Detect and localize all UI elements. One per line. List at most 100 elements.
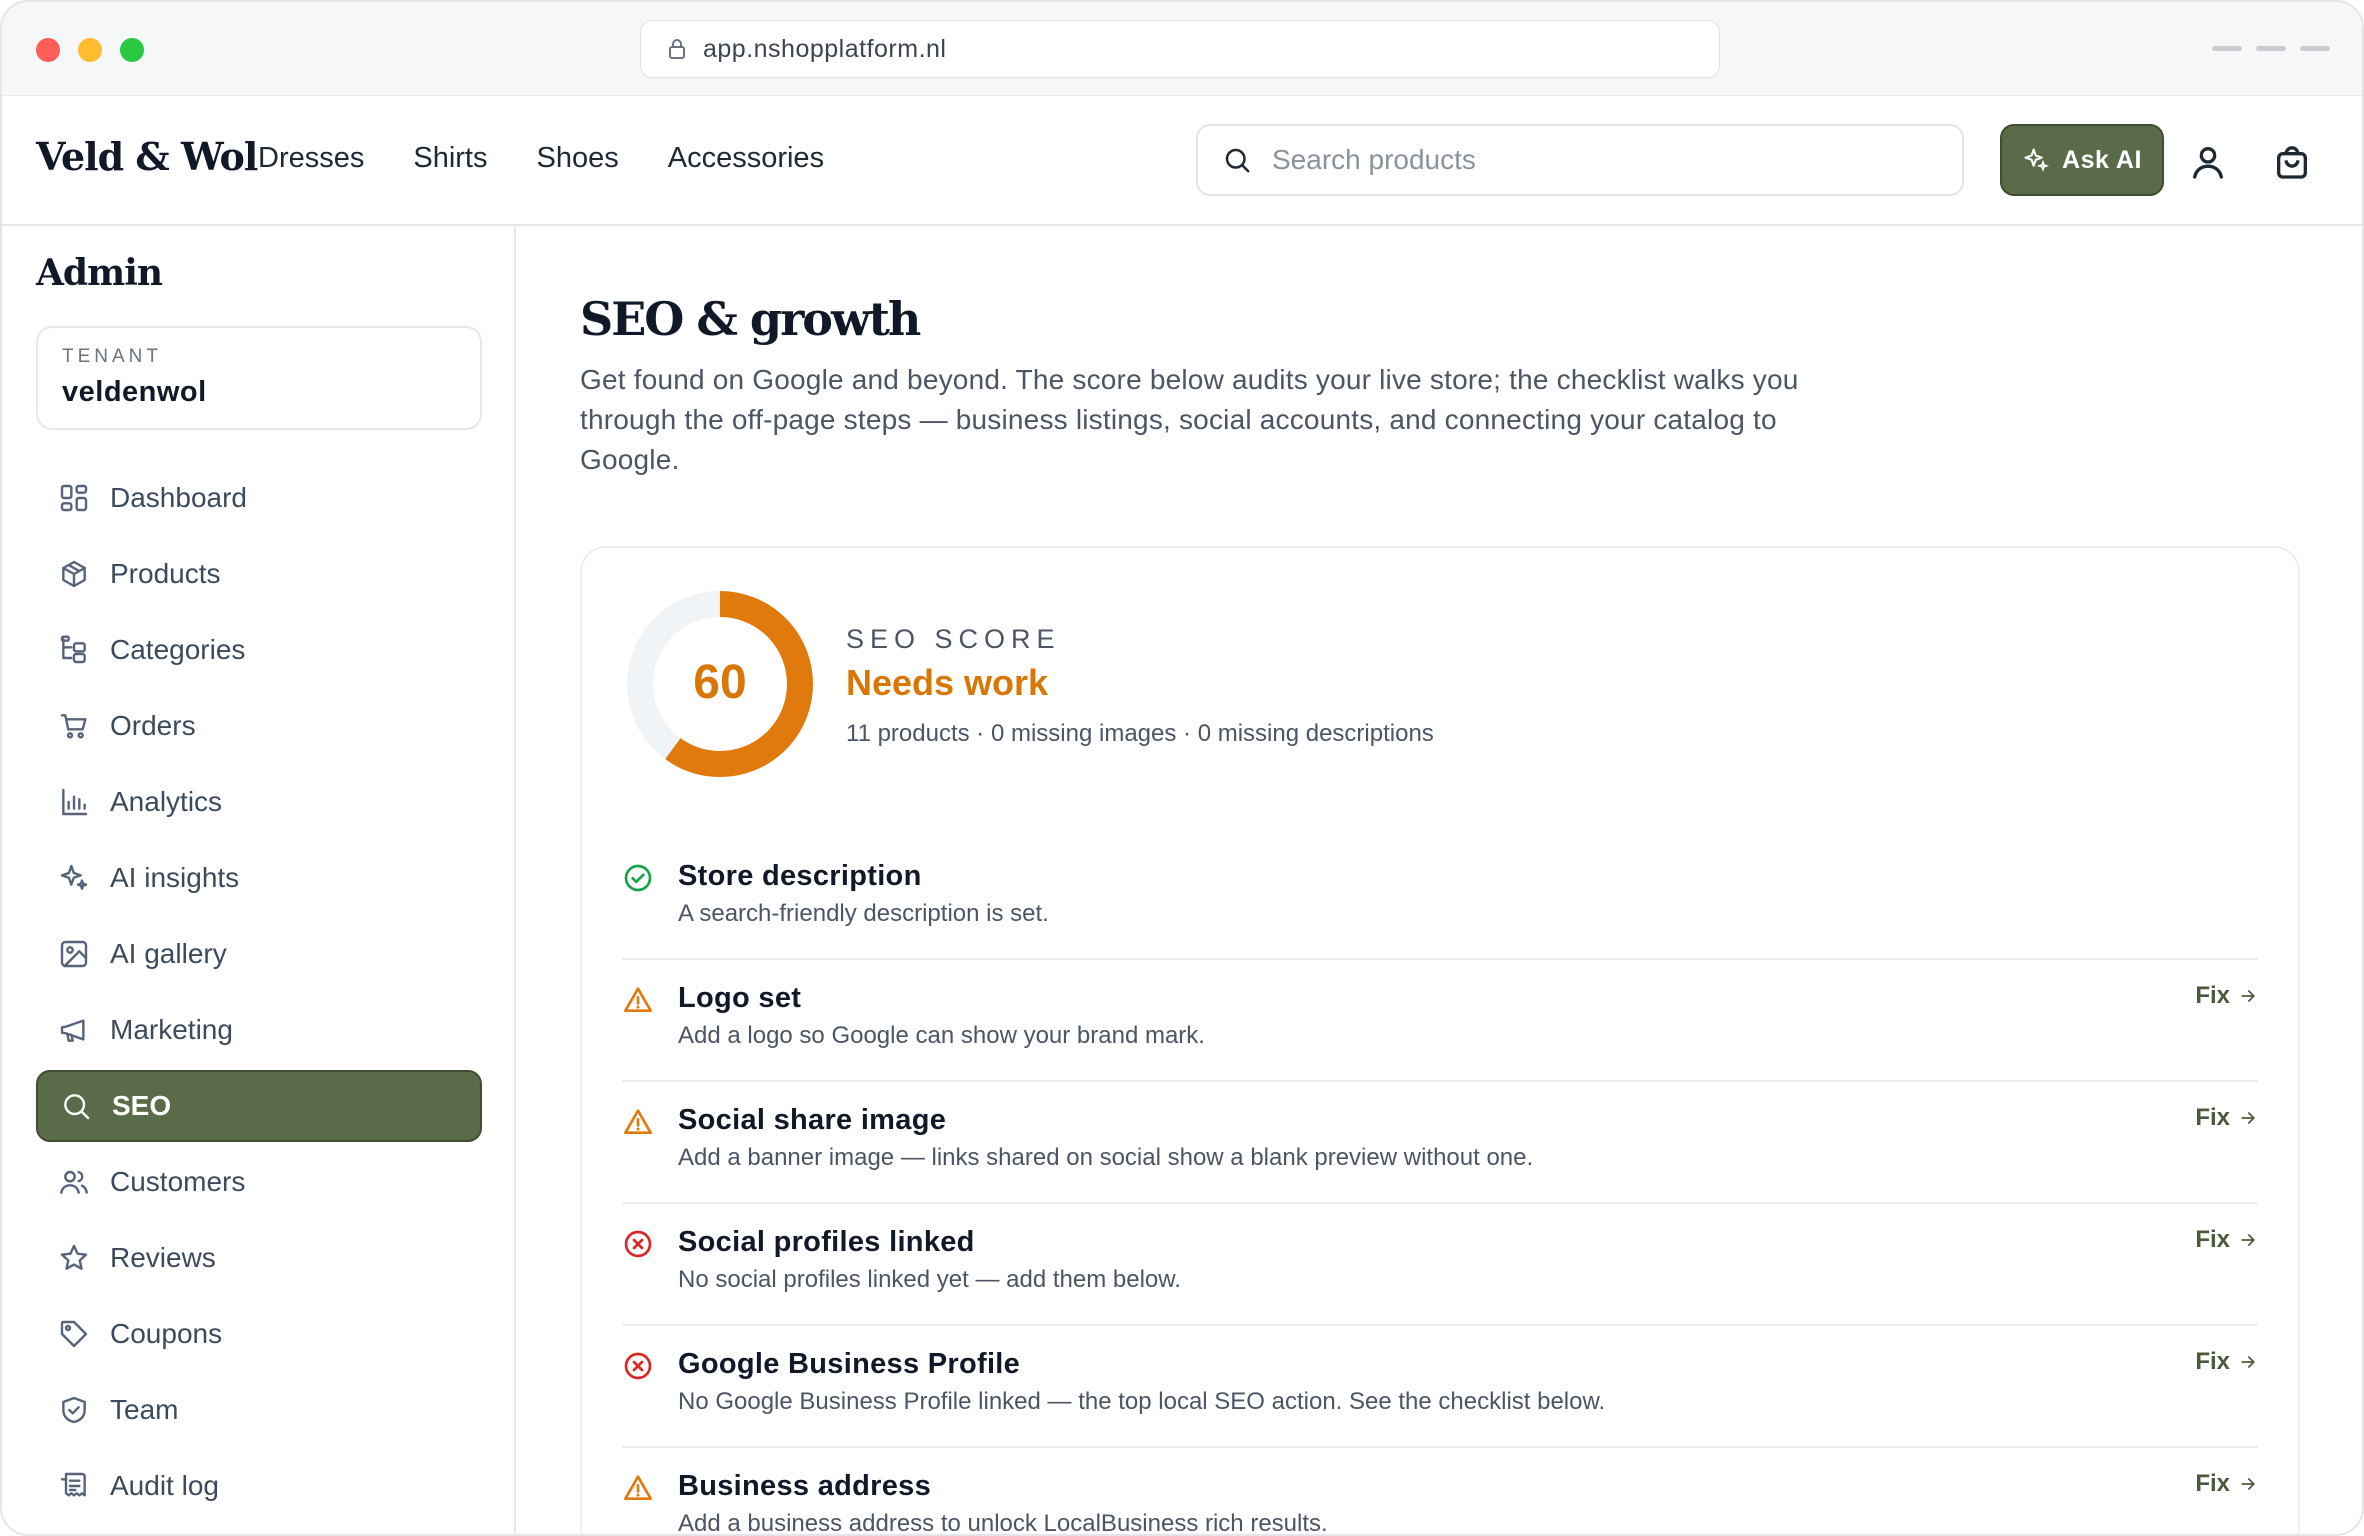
- nav-link-shoes[interactable]: Shoes: [537, 142, 619, 175]
- tenant-switcher[interactable]: TENANT veldenwol: [36, 326, 482, 430]
- sidebar-item-label: Coupons: [110, 1318, 223, 1349]
- window-control[interactable]: [2212, 46, 2242, 51]
- seo-score-status: Needs work: [846, 662, 1049, 703]
- sidebar-item-orders[interactable]: Orders: [36, 690, 482, 762]
- search-box: [1196, 124, 1964, 196]
- window-control[interactable]: [2300, 46, 2330, 51]
- checklist-item-title: Store description: [678, 860, 922, 892]
- warning-icon: [624, 1475, 652, 1500]
- sidebar-item-label: Products: [110, 558, 221, 589]
- warning-icon: [624, 1109, 652, 1134]
- fix-link[interactable]: Fix: [2195, 1104, 2258, 1132]
- checklist-item-title: Business address: [678, 1470, 932, 1502]
- tenant-label: TENANT: [62, 346, 162, 367]
- seo-checklist: Store description A search-friendly descr…: [622, 838, 2258, 1536]
- sidebar-item-marketing[interactable]: Marketing: [36, 994, 482, 1066]
- checklist-item: Store description A search-friendly descr…: [622, 838, 2258, 960]
- close-window-button[interactable]: [36, 38, 60, 62]
- seo-score-gauge: 60: [627, 591, 813, 777]
- users-icon: [60, 1170, 88, 1194]
- sidebar-item-audit-log[interactable]: Audit log: [36, 1450, 482, 1522]
- lock-icon: [669, 39, 685, 59]
- checklist-item-subtitle: Add a banner image — links shared on soc…: [678, 1144, 1534, 1171]
- admin-sidebar: Admin TENANT veldenwol Dashboard Products…: [2, 226, 516, 1534]
- checklist-item-subtitle: Add a business address to unlock LocalBu…: [678, 1510, 1328, 1536]
- brand-logo[interactable]: Veld & Wol: [36, 134, 258, 179]
- nav-link-accessories[interactable]: Accessories: [668, 142, 824, 175]
- window-control[interactable]: [2256, 46, 2286, 51]
- sidebar-item-analytics[interactable]: Analytics: [36, 766, 482, 838]
- sidebar-item-products[interactable]: Products: [36, 538, 482, 610]
- site-header: Veld & Wol Dresses Shirts Shoes Accessor…: [2, 96, 2362, 226]
- sidebar-item-label: Team: [110, 1394, 179, 1425]
- sidebar-item-label: Reviews: [110, 1242, 216, 1273]
- tree-icon: [60, 635, 86, 664]
- sidebar-item-label: AI gallery: [110, 938, 227, 969]
- checklist-item-title: Social share image: [678, 1104, 947, 1136]
- user-icon[interactable]: [2188, 142, 2228, 182]
- sparkles-icon: [2024, 148, 2050, 172]
- error-circle-icon: [624, 1230, 652, 1258]
- seo-score-card: 60 SEO SCORE Needs work 11 products · 0 …: [580, 546, 2300, 1536]
- ask-ai-button[interactable]: Ask AI: [2000, 124, 2164, 196]
- log-icon: [60, 1472, 86, 1497]
- checklist-item: Social profiles linked No social profiles…: [622, 1204, 2258, 1326]
- fix-link[interactable]: Fix: [2195, 1226, 2258, 1254]
- fix-label: Fix: [2195, 1470, 2230, 1497]
- star-icon: [60, 1244, 88, 1270]
- nav-link-shirts[interactable]: Shirts: [413, 142, 487, 175]
- sidebar-item-ai-gallery[interactable]: AI gallery: [36, 918, 482, 990]
- minimize-window-button[interactable]: [78, 38, 102, 62]
- checklist-item-subtitle: No social profiles linked yet — add them…: [678, 1266, 1181, 1293]
- address-bar[interactable]: app.nshopplatform.nl: [640, 20, 1720, 78]
- fix-link[interactable]: Fix: [2195, 982, 2258, 1010]
- seo-score-value: 60: [693, 656, 746, 709]
- shopping-bag-icon[interactable]: [2272, 142, 2312, 182]
- sidebar-item-reviews[interactable]: Reviews: [36, 1222, 482, 1294]
- maximize-window-button[interactable]: [120, 38, 144, 62]
- checklist-item-subtitle: Add a logo so Google can show your brand…: [678, 1022, 1205, 1049]
- cart-icon: [60, 714, 87, 739]
- page-title: SEO & growth: [580, 292, 921, 346]
- fix-label: Fix: [2195, 982, 2230, 1009]
- sidebar-item-coupons[interactable]: Coupons: [36, 1298, 482, 1370]
- sidebar-item-seo[interactable]: SEO: [36, 1070, 482, 1142]
- sidebar-nav: Dashboard Products Categories Orders Analyti…: [36, 462, 482, 1526]
- image-icon: [60, 940, 88, 968]
- shield-icon: [62, 1396, 86, 1424]
- megaphone-icon: [60, 1019, 85, 1042]
- search-icon: [64, 1094, 90, 1120]
- app-window: app.nshopplatform.nl Veld & Wol Dresses …: [0, 0, 2364, 1536]
- seo-score-label: SEO SCORE: [846, 624, 1061, 654]
- tag-icon: [60, 1320, 88, 1348]
- sidebar-item-label: SEO: [112, 1090, 172, 1121]
- fix-label: Fix: [2195, 1226, 2230, 1253]
- checklist-item: Logo set Add a logo so Google can show yo…: [622, 960, 2258, 1082]
- sidebar-item-customers[interactable]: Customers: [36, 1146, 482, 1218]
- sidebar-title: Admin: [36, 252, 163, 294]
- tenant-value: veldenwol: [62, 376, 207, 408]
- sparkles-icon: [60, 864, 88, 890]
- nav-link-dresses[interactable]: Dresses: [258, 142, 364, 175]
- sidebar-item-label: Categories: [110, 634, 246, 665]
- url-text: app.nshopplatform.nl: [703, 34, 947, 63]
- checklist-item: Business address Add a business address t…: [622, 1448, 2258, 1536]
- fix-link[interactable]: Fix: [2195, 1348, 2258, 1376]
- sidebar-item-team[interactable]: Team: [36, 1374, 482, 1446]
- main-content: SEO & growth Get found on Google and bey…: [518, 226, 2362, 1536]
- search-icon: [1225, 148, 1250, 173]
- sidebar-item-ai-insights[interactable]: AI insights: [36, 842, 482, 914]
- search-input[interactable]: [1272, 144, 1912, 176]
- fix-link[interactable]: Fix: [2195, 1470, 2258, 1498]
- sidebar-item-label: Dashboard: [110, 482, 247, 513]
- sidebar-item-dashboard[interactable]: Dashboard: [36, 462, 482, 534]
- sidebar-item-categories[interactable]: Categories: [36, 614, 482, 686]
- warning-icon: [624, 987, 652, 1012]
- page-description: Get found on Google and beyond. The scor…: [580, 364, 1799, 475]
- ask-ai-label: Ask AI: [2062, 145, 2142, 174]
- arrow-right-icon: [2241, 1478, 2255, 1490]
- arrow-right-icon: [2241, 1112, 2255, 1124]
- arrow-right-icon: [2241, 1234, 2255, 1246]
- checklist-item-subtitle: A search-friendly description is set.: [678, 900, 1049, 927]
- dashboard-icon: [60, 484, 88, 512]
